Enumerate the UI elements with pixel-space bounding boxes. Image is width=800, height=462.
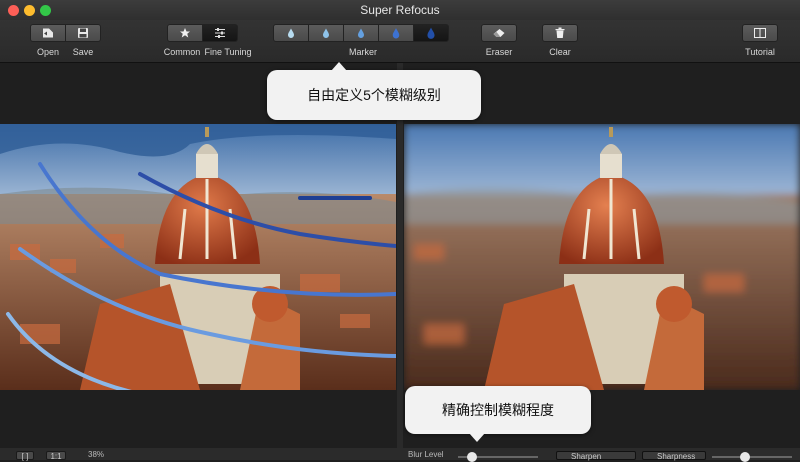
split-divider[interactable] bbox=[397, 63, 403, 448]
original-image-panel[interactable] bbox=[0, 124, 396, 390]
tutorial-button[interactable] bbox=[742, 24, 778, 42]
save-label: Save bbox=[72, 47, 94, 57]
bottom-bar: [ ] 1:1 38% Blur Level Sharpen Sharpness bbox=[0, 448, 800, 462]
eraser-label: Eraser bbox=[485, 47, 513, 57]
marker-levels-callout-text: 自由定义5个模糊级别 bbox=[307, 87, 441, 103]
title-bar: Super Refocus bbox=[0, 0, 800, 20]
eraser-button[interactable] bbox=[481, 24, 517, 42]
fit-to-window-button[interactable]: [ ] bbox=[16, 451, 34, 461]
book-icon bbox=[754, 28, 766, 38]
fine-tuning-label: Fine Tuning bbox=[204, 47, 252, 57]
marker-level-1-button[interactable] bbox=[273, 24, 309, 42]
mode-button-group bbox=[167, 24, 238, 42]
sharpen-select[interactable]: Sharpen bbox=[556, 451, 636, 461]
clear-label: Clear bbox=[549, 47, 571, 57]
eraser-icon bbox=[493, 29, 505, 37]
marker-label: Marker bbox=[348, 47, 377, 57]
common-label: Common bbox=[163, 47, 201, 57]
clear-button[interactable] bbox=[542, 24, 578, 42]
marker-level-2-button[interactable] bbox=[308, 24, 344, 42]
drop-icon bbox=[323, 28, 329, 38]
sharpness-select[interactable]: Sharpness bbox=[642, 451, 706, 461]
original-photo bbox=[0, 124, 396, 390]
tutorial-label: Tutorial bbox=[745, 47, 775, 57]
toolbar: Open Save Common Fine Tuning Marker Eras… bbox=[0, 20, 800, 63]
sharpness-slider-track[interactable] bbox=[712, 456, 792, 458]
open-label: Open bbox=[36, 47, 60, 57]
callout-tail bbox=[469, 433, 485, 442]
drop-icon bbox=[392, 28, 400, 39]
actual-size-button[interactable]: 1:1 bbox=[46, 451, 66, 461]
preview-image-panel[interactable] bbox=[404, 124, 800, 390]
marker-level-4-button[interactable] bbox=[378, 24, 414, 42]
zoom-level: 38% bbox=[88, 450, 105, 459]
marker-level-3-button[interactable] bbox=[343, 24, 379, 42]
trash-icon bbox=[555, 27, 565, 38]
fine-tuning-button[interactable] bbox=[202, 24, 238, 42]
marker-level-group bbox=[273, 24, 449, 42]
open-icon bbox=[43, 28, 53, 38]
callout-tail bbox=[331, 62, 347, 71]
blur-control-callout-text: 精确控制模糊程度 bbox=[442, 402, 554, 418]
star-icon bbox=[180, 28, 190, 38]
drop-icon bbox=[288, 28, 294, 38]
common-button[interactable] bbox=[167, 24, 203, 42]
marker-levels-callout: 自由定义5个模糊级别 bbox=[267, 62, 481, 120]
blur-level-label: Blur Level bbox=[408, 450, 444, 459]
blur-level-slider-thumb[interactable] bbox=[467, 452, 477, 462]
blur-control-callout: 精确控制模糊程度 bbox=[405, 386, 591, 442]
open-button[interactable] bbox=[30, 24, 66, 42]
drop-icon bbox=[358, 28, 364, 38]
window-title: Super Refocus bbox=[360, 3, 440, 17]
sliders-icon bbox=[215, 28, 225, 38]
file-button-group bbox=[30, 24, 101, 42]
sharpness-slider-thumb[interactable] bbox=[740, 452, 750, 462]
drop-icon bbox=[427, 27, 435, 39]
save-icon bbox=[78, 28, 88, 38]
save-button[interactable] bbox=[65, 24, 101, 42]
preview-photo bbox=[404, 124, 800, 390]
marker-level-5-button[interactable] bbox=[413, 24, 449, 42]
